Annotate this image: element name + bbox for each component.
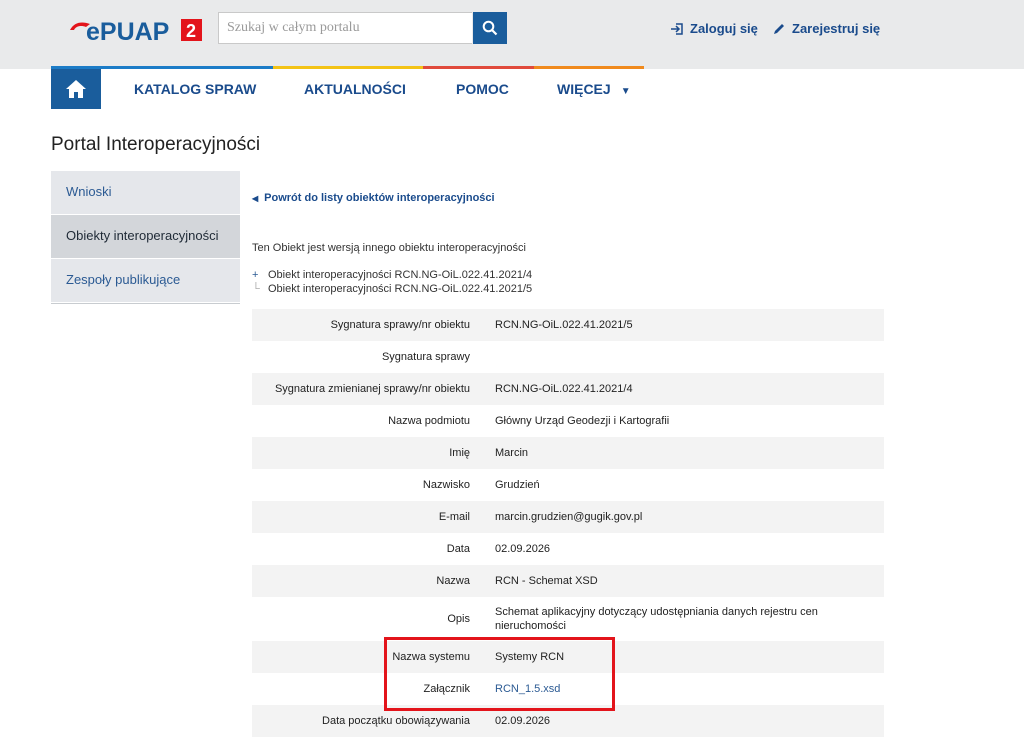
detail-row: Nazwa systemu Systemy RCN bbox=[252, 641, 884, 673]
detail-row: Sygnatura sprawy bbox=[252, 341, 884, 373]
svg-text:ePUAP: ePUAP bbox=[86, 18, 169, 44]
tree-item-label: Obiekt interoperacyjności RCN.NG-OiL.022… bbox=[268, 269, 533, 281]
search-icon bbox=[482, 20, 498, 36]
home-button[interactable] bbox=[51, 69, 101, 109]
detail-row: Data początku obowiązywania 02.09.2026 bbox=[252, 705, 884, 737]
attachment-link[interactable]: RCN_1.5.xsd bbox=[495, 683, 560, 695]
tree-item[interactable]: + Obiekt interoperacyjności RCN.NG-OiL.02… bbox=[252, 268, 532, 282]
detail-row: Nazwa RCN - Schemat XSD bbox=[252, 565, 884, 597]
nav-wiecej[interactable]: WIĘCEJ ▼ bbox=[557, 81, 631, 97]
detail-value[interactable]: marcin.grudzien@gugik.gov.pl bbox=[495, 510, 884, 524]
detail-row: Załącznik RCN_1.5.xsd bbox=[252, 673, 884, 705]
detail-row: Sygnatura zmienianej sprawy/nr obiektu RC… bbox=[252, 373, 884, 405]
detail-row: E-mail marcin.grudzien@gugik.gov.pl bbox=[252, 501, 884, 533]
login-label: Zaloguj się bbox=[690, 21, 758, 36]
sidebar: Wnioski Obiekty interoperacyjności Zespo… bbox=[51, 171, 240, 304]
sidebar-divider bbox=[51, 303, 240, 304]
detail-row: Nazwisko Grudzień bbox=[252, 469, 884, 501]
detail-value: Główny Urząd Geodezji i Kartografii bbox=[495, 415, 670, 427]
detail-row: Data 02.09.2026 bbox=[252, 533, 884, 565]
tree-branch-icon: └ bbox=[252, 283, 260, 295]
back-link-label: Powrót do listy obiektów interoperacyjno… bbox=[264, 192, 495, 204]
search-bar bbox=[218, 12, 508, 44]
detail-label: Nazwa podmiotu bbox=[388, 415, 470, 427]
detail-value: RCN_1.5.xsd bbox=[495, 682, 884, 696]
detail-row: Sygnatura sprawy/nr obiektu RCN.NG-OiL.02… bbox=[252, 309, 884, 341]
nav-aktualnosci[interactable]: AKTUALNOŚCI bbox=[304, 81, 406, 97]
pencil-icon bbox=[774, 23, 784, 34]
detail-label: Nazwisko bbox=[422, 479, 470, 491]
sidebar-item-wnioski[interactable]: Wnioski bbox=[51, 171, 240, 215]
sidebar-item-obiekty[interactable]: Obiekty interoperacyjności bbox=[51, 215, 240, 259]
epuap-logo[interactable]: ePUAP 2 bbox=[68, 16, 208, 44]
home-icon bbox=[66, 80, 86, 98]
detail-value: 02.09.2026 bbox=[495, 543, 551, 555]
version-note: Ten Obiekt jest wersją innego obiektu in… bbox=[252, 242, 526, 254]
caret-down-icon: ▼ bbox=[620, 86, 631, 97]
page-title: Portal Interoperacyjności bbox=[51, 134, 261, 155]
search-button[interactable] bbox=[473, 12, 507, 44]
login-icon bbox=[671, 22, 683, 35]
tree-item-label: Obiekt interoperacyjności RCN.NG-OiL.022… bbox=[268, 283, 533, 295]
tree-item[interactable]: └ Obiekt interoperacyjności RCN.NG-OiL.02… bbox=[252, 282, 532, 296]
detail-label: Nazwa bbox=[436, 575, 470, 587]
detail-value: 02.09.2026 bbox=[495, 715, 551, 727]
detail-value: Systemy RCN bbox=[495, 651, 565, 663]
nav-wiecej-label: WIĘCEJ bbox=[557, 81, 611, 97]
main-nav: KATALOG SPRAW AKTUALNOŚCI POMOC WIĘCEJ ▼ bbox=[51, 69, 644, 109]
sidebar-item-zespoly[interactable]: Zespoły publikujące bbox=[51, 259, 240, 303]
detail-row: Nazwa podmiotu Główny Urząd Geodezji i Ka… bbox=[252, 405, 884, 437]
register-label: Zarejestruj się bbox=[792, 21, 881, 36]
plus-icon[interactable]: + bbox=[252, 268, 268, 282]
detail-value: Marcin bbox=[495, 447, 529, 459]
register-link[interactable]: Zarejestruj się bbox=[772, 21, 880, 36]
detail-value: Grudzień bbox=[495, 479, 540, 491]
detail-label: Nazwa systemu bbox=[392, 651, 470, 663]
detail-label: Data bbox=[446, 543, 470, 555]
detail-value: RCN - Schemat XSD bbox=[495, 575, 598, 587]
detail-label: Sygnatura zmienianej sprawy/nr obiektu bbox=[274, 383, 470, 395]
detail-label: Załącznik bbox=[423, 683, 470, 695]
login-link[interactable]: Zaloguj się bbox=[670, 21, 758, 36]
detail-label: E-mail bbox=[438, 511, 470, 523]
detail-label: Opis bbox=[447, 613, 470, 625]
nav-pomoc[interactable]: POMOC bbox=[456, 81, 509, 97]
detail-value: RCN.NG-OiL.022.41.2021/5 bbox=[495, 319, 633, 331]
search-input[interactable] bbox=[218, 12, 472, 44]
detail-row: Opis Schemat aplikacyjny dotyczący udostę… bbox=[252, 597, 884, 641]
back-link[interactable]: ◀ Powrót do listy obiektów interoperacyjn… bbox=[252, 192, 495, 204]
detail-label: Sygnatura sprawy bbox=[381, 351, 470, 363]
detail-row: Imię Marcin bbox=[252, 437, 884, 469]
detail-value: Schemat aplikacyjny dotyczący udostępnia… bbox=[495, 606, 818, 632]
nav-katalog-spraw[interactable]: KATALOG SPRAW bbox=[134, 81, 256, 97]
detail-value: RCN.NG-OiL.022.41.2021/4 bbox=[495, 383, 633, 395]
back-arrow-icon: ◀ bbox=[252, 194, 259, 203]
detail-label: Data początku obowiązywania bbox=[322, 715, 470, 727]
detail-label: Imię bbox=[449, 447, 470, 459]
detail-label: Sygnatura sprawy/nr obiektu bbox=[330, 319, 470, 331]
version-tree: + Obiekt interoperacyjności RCN.NG-OiL.02… bbox=[252, 268, 532, 296]
details-table: Sygnatura sprawy/nr obiektu RCN.NG-OiL.02… bbox=[252, 309, 884, 737]
svg-text:2: 2 bbox=[186, 21, 196, 41]
